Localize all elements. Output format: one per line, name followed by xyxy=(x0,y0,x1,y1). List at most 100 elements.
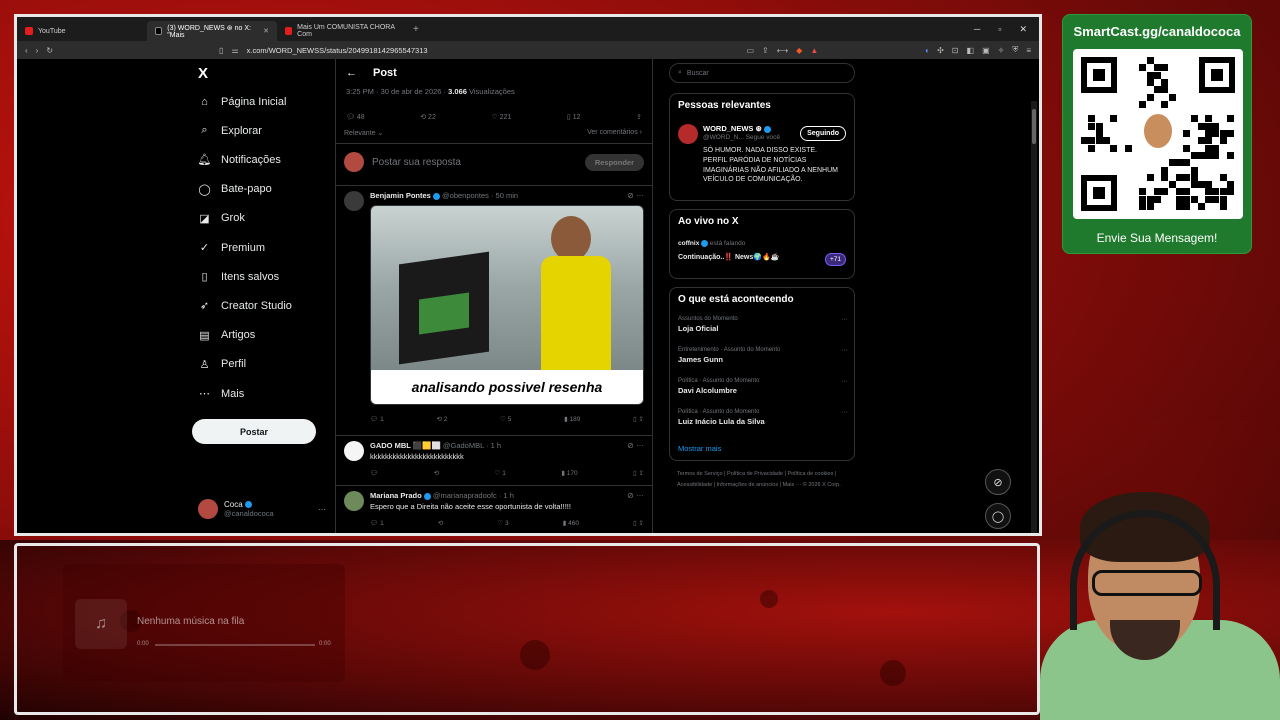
qr-module xyxy=(1212,122,1220,130)
grok-float-button[interactable]: ⊘ xyxy=(985,469,1011,495)
footer-links[interactable]: Termos de Serviço | Política de Privacid… xyxy=(677,469,857,491)
more-icon[interactable]: ⊘ ··· xyxy=(627,441,644,450)
back-icon[interactable]: ‹ xyxy=(25,46,28,55)
scrollbar-thumb[interactable] xyxy=(1032,109,1036,144)
views-button[interactable]: ▮ 460 xyxy=(563,519,579,527)
post-button[interactable]: Postar xyxy=(192,419,316,444)
trend-item[interactable]: Assuntos do Momento Loja Oficial ··· xyxy=(678,316,848,333)
post-timestamp[interactable]: 3:25 PM · 30 de abr de 2026 · xyxy=(346,87,448,96)
share-icon[interactable]: ⇪ xyxy=(762,46,769,55)
sidebar-icon[interactable]: ◧ xyxy=(967,46,975,55)
qr-module xyxy=(1205,115,1213,123)
url-field[interactable]: x.com/WORD_NEWSS/status/2049918142965547… xyxy=(247,46,739,55)
more-icon[interactable]: ··· xyxy=(841,347,848,354)
repost-button[interactable]: ⟲ 2 xyxy=(436,415,447,423)
sort-dropdown[interactable]: Relevante ⌄ xyxy=(344,129,383,137)
qr-module xyxy=(1212,188,1220,196)
sidebar-item-bate-papo[interactable]: ◯ Bate-papo xyxy=(198,183,271,196)
messages-float-button[interactable]: ◯ xyxy=(985,503,1011,529)
leo-icon[interactable]: ✧ xyxy=(998,46,1005,55)
view-quotes-link[interactable]: Ver comentários › xyxy=(587,129,642,136)
trend-item[interactable]: Política · Assunto do Momento Luiz Inácio… xyxy=(678,409,848,426)
close-icon[interactable]: ✕ xyxy=(1019,24,1027,35)
following-button[interactable]: Seguindo xyxy=(800,126,846,141)
account-switcher[interactable]: Coca @canaldococa ··· xyxy=(198,499,326,519)
live-host[interactable]: coffnix está falando xyxy=(678,240,745,247)
scrollbar[interactable] xyxy=(1031,101,1037,533)
live-title[interactable]: Continuação..‼️ News🌍🔥☕ xyxy=(678,253,779,261)
audio-icon[interactable]: ◖ xyxy=(924,46,929,55)
reply-submit-button[interactable]: Responder xyxy=(584,153,644,171)
like-button[interactable]: ♡ 221 xyxy=(491,113,511,121)
sidebar-item-notifica-es[interactable]: 🔔︎ Notificações xyxy=(198,153,281,167)
brave-shield-icon[interactable]: ◆ xyxy=(796,46,802,55)
more-icon[interactable]: ··· xyxy=(841,409,848,416)
sidebar-item-creator-studio[interactable]: ➶ Creator Studio xyxy=(198,299,292,313)
wallet-icon[interactable]: ▣ xyxy=(982,46,990,55)
reply-input[interactable]: Postar sua resposta xyxy=(372,157,461,168)
maximize-icon[interactable]: ▫ xyxy=(998,24,1001,35)
bookmark-icon[interactable]: ▯ ⇪ xyxy=(633,519,644,527)
bookmark-icon[interactable]: ▯ ⇪ xyxy=(633,469,644,477)
like-button[interactable]: ♡ 5 xyxy=(500,415,511,423)
screenshot-icon[interactable]: ⊡ xyxy=(952,46,959,55)
repost-button[interactable]: ⟲ xyxy=(434,469,439,477)
sidebar-item-artigos[interactable]: ▤ Artigos xyxy=(198,329,255,342)
sidebar-item-perfil[interactable]: ♙ Perfil xyxy=(198,358,247,371)
extensions-icon[interactable]: ✣ xyxy=(937,46,944,55)
share-button[interactable]: ⇪ xyxy=(636,113,642,121)
sidebar-item-mais[interactable]: ⋯ Mais xyxy=(198,387,244,401)
menu-icon[interactable]: ≡ xyxy=(1026,46,1031,55)
reply-button[interactable]: 💬︎ 48 xyxy=(346,113,365,121)
bookmark-icon[interactable]: ▯ xyxy=(219,46,223,55)
bookmark-icon[interactable]: ▯ ⇪ xyxy=(633,415,644,423)
sidebar-item-p-gina-inicial[interactable]: ⌂ Página Inicial xyxy=(198,95,286,108)
trend-item[interactable]: Entretenimento · Assunto do Momento James… xyxy=(678,347,848,364)
tweet-actions: 💬︎ 1 ⟲ ♡ 3 ▮ 460 ▯ ⇪ xyxy=(370,519,644,527)
tweet-image[interactable]: analisando possivel resenha xyxy=(370,205,644,405)
like-button[interactable]: ♡ 3 xyxy=(497,519,508,527)
account-name[interactable]: WORD_NEWS ⊛ xyxy=(703,124,771,133)
reply-button[interactable]: 💬︎ 1 xyxy=(370,415,384,423)
views-button[interactable]: ▮ 189 xyxy=(564,415,580,423)
reply-button[interactable]: 💬︎ xyxy=(370,469,378,477)
more-icon[interactable]: ⊘ ··· xyxy=(627,191,644,200)
sidebar-item-grok[interactable]: ◪ Grok xyxy=(198,212,245,225)
tab-youtube[interactable]: YouTube xyxy=(17,21,147,41)
repost-button[interactable]: ⟲ 22 xyxy=(420,113,436,121)
more-icon[interactable]: ··· xyxy=(841,316,848,323)
bookmark-button[interactable]: ▯ 12 xyxy=(567,113,581,121)
sidebar-item-premium[interactable]: ✓ Premium xyxy=(198,241,265,255)
vpn-icon[interactable]: ⛨ xyxy=(1012,45,1018,55)
repost-button[interactable]: ⟲ xyxy=(438,519,443,527)
trend-item[interactable]: Política · Assunto do Momento Davi Alcolu… xyxy=(678,378,848,395)
close-icon[interactable]: ✕ xyxy=(263,27,269,35)
minimize-icon[interactable]: ─ xyxy=(974,24,980,35)
like-button[interactable]: ♡ 1 xyxy=(495,469,506,477)
site-info-icon[interactable]: ⚌ xyxy=(231,46,238,55)
more-icon[interactable]: ··· xyxy=(841,378,848,385)
show-more-link[interactable]: Mostrar mais xyxy=(678,444,721,453)
more-icon[interactable]: ⊘ ··· xyxy=(627,491,644,500)
rewards-icon[interactable]: ▲ xyxy=(810,46,818,55)
views-button[interactable]: ▮ 170 xyxy=(561,469,577,477)
translate-icon[interactable]: ⟷ xyxy=(777,46,788,55)
x-logo[interactable]: X xyxy=(198,65,208,82)
screen-icon[interactable]: ▭ xyxy=(746,46,754,55)
reply-tweet[interactable]: Benjamin Pontes @obenpontes · 50 min ⊘ ·… xyxy=(344,191,644,431)
back-arrow-icon[interactable]: ← xyxy=(346,67,357,79)
more-icon[interactable]: ··· xyxy=(318,505,326,514)
tab-youtube-2[interactable]: Mais Um COMUNISTA CHORA Com xyxy=(277,21,407,41)
reply-button[interactable]: 💬︎ 1 xyxy=(370,519,384,527)
reply-tweet[interactable]: GADO MBL ⬛🟨⬜ @GadoMBL · 1 h ⊘ ··· kkkkkk… xyxy=(344,441,644,485)
avatar[interactable] xyxy=(678,124,698,144)
listener-count[interactable]: +71 xyxy=(824,253,846,266)
reload-icon[interactable]: ↻ xyxy=(46,46,53,55)
reply-tweet[interactable]: Mariana Prado @marianapradoofc · 1 h ⊘ ·… xyxy=(344,491,644,533)
search-input[interactable]: ⌕ Buscar xyxy=(669,63,855,83)
tab-x-post[interactable]: (3) WORD_NEWS ⊛ no X: "Mais ✕ xyxy=(147,21,277,41)
sidebar-item-itens-salvos[interactable]: ▯ Itens salvos xyxy=(198,270,279,284)
sidebar-item-explorar[interactable]: ⌕ Explorar xyxy=(198,124,262,137)
forward-icon[interactable]: › xyxy=(36,46,39,55)
new-tab-icon[interactable]: + xyxy=(413,24,419,35)
